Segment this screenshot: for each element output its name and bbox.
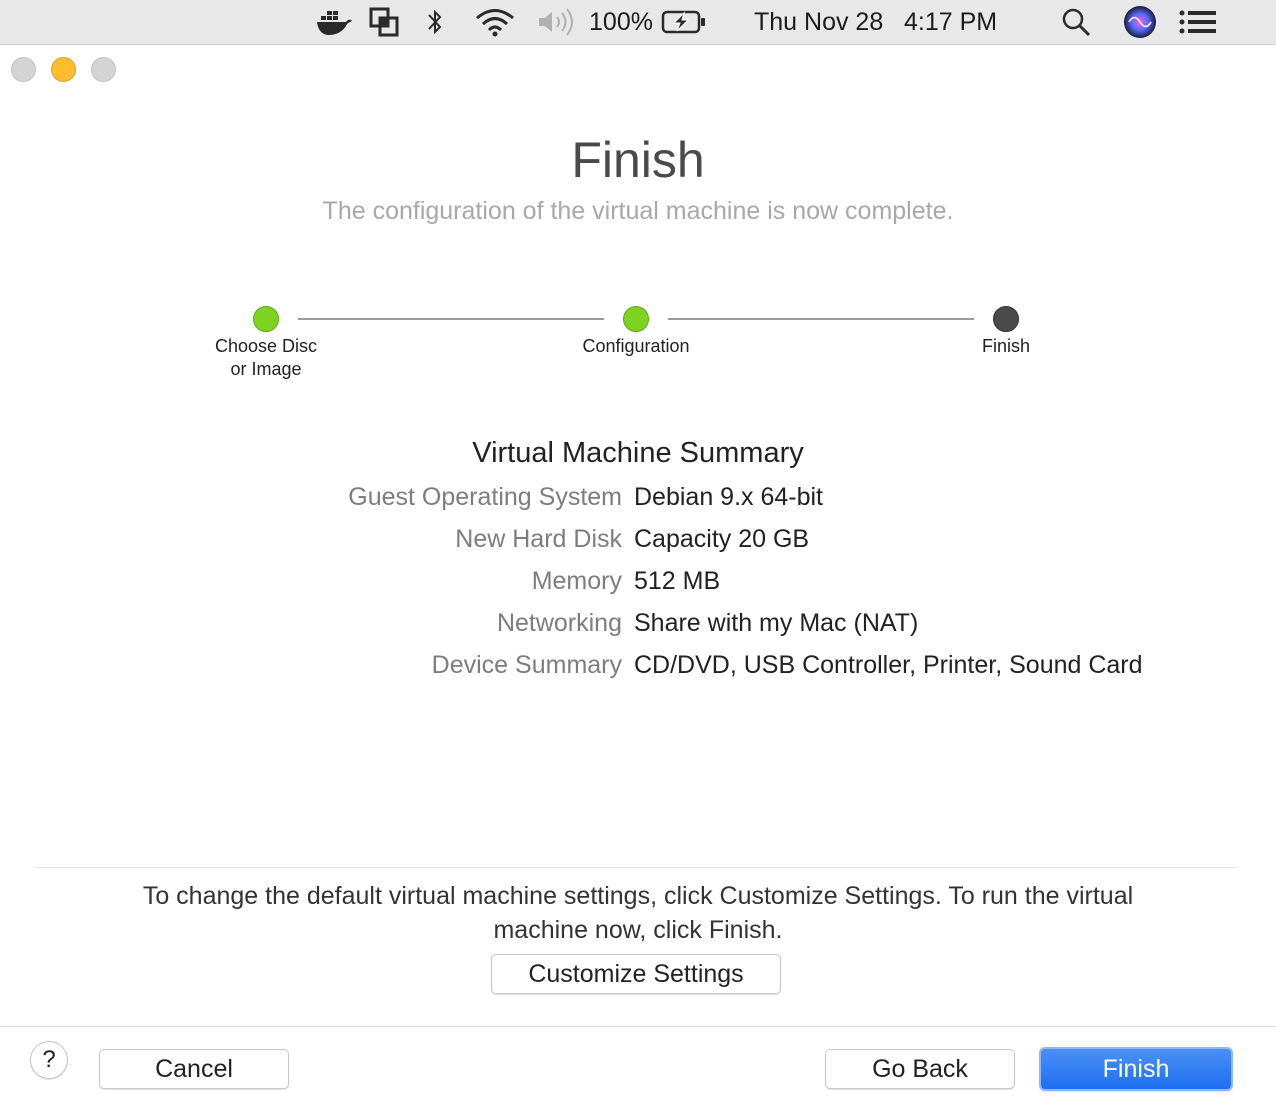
step-indicator-configuration xyxy=(623,306,649,332)
vmware-icon[interactable] xyxy=(356,0,412,44)
bluetooth-icon[interactable] xyxy=(412,0,458,44)
customize-settings-button[interactable]: Customize Settings xyxy=(491,954,781,994)
menubar-time[interactable]: 4:17 PM xyxy=(904,0,1044,44)
go-back-button[interactable]: Go Back xyxy=(825,1049,1015,1089)
summary-row: Guest Operating System Debian 9.x 64-bit xyxy=(0,483,1276,525)
docker-icon[interactable] xyxy=(312,0,356,44)
step-indicator-finish xyxy=(993,306,1019,332)
summary-value: Debian 9.x 64-bit xyxy=(634,483,824,511)
summary-row: Networking Share with my Mac (NAT) xyxy=(0,609,1276,651)
step-label-finish: Finish xyxy=(981,336,1030,356)
summary-key: New Hard Disk xyxy=(455,525,622,553)
step-connector xyxy=(298,318,604,320)
new-vm-wizard-window: Finish The configuration of the virtual … xyxy=(0,44,1276,1110)
notification-center-icon[interactable] xyxy=(1172,0,1224,44)
step-indicator-choose-disc xyxy=(253,306,279,332)
summary-key: Device Summary xyxy=(431,651,622,679)
summary-row: Device Summary CD/DVD, USB Controller, P… xyxy=(0,651,1276,693)
step-label-choose-disc: Choose Disc or Image xyxy=(214,336,318,379)
summary-row: New Hard Disk Capacity 20 GB xyxy=(0,525,1276,567)
page-subtitle: The configuration of the virtual machine… xyxy=(322,197,954,225)
help-button[interactable]: ? xyxy=(30,1041,68,1079)
info-text: To change the default virtual machine se… xyxy=(142,882,1134,944)
finish-button[interactable]: Finish xyxy=(1039,1047,1233,1091)
wifi-icon[interactable] xyxy=(458,0,532,44)
summary-row: Memory 512 MB xyxy=(0,567,1276,609)
step-connector xyxy=(668,318,974,320)
menubar-date[interactable]: Thu Nov 28 xyxy=(754,0,904,44)
cancel-button[interactable]: Cancel xyxy=(99,1049,289,1089)
volume-icon[interactable] xyxy=(532,0,584,44)
siri-icon[interactable] xyxy=(1108,0,1172,44)
window-minimize-button[interactable] xyxy=(51,57,76,82)
summary-value: Share with my Mac (NAT) xyxy=(634,609,919,637)
menu-bar: 100% Thu Nov 28 4:17 PM xyxy=(0,0,1276,44)
summary-title: Virtual Machine Summary xyxy=(472,437,804,469)
summary-key: Memory xyxy=(531,567,622,595)
summary-value: 512 MB xyxy=(634,567,721,595)
content-divider xyxy=(35,867,1237,868)
spotlight-search-icon[interactable] xyxy=(1044,0,1108,44)
footer-divider xyxy=(0,1026,1276,1027)
window-zoom-button[interactable] xyxy=(91,57,116,82)
summary-value: Capacity 20 GB xyxy=(634,525,810,553)
page-title: Finish xyxy=(571,132,705,188)
step-label-configuration: Configuration xyxy=(582,336,690,356)
summary-key: Guest Operating System xyxy=(348,483,622,511)
summary-key: Networking xyxy=(496,609,622,637)
battery-percent: 100% xyxy=(589,7,653,36)
menu-extras: 100% Thu Nov 28 4:17 PM xyxy=(312,0,1224,44)
battery-charging-icon[interactable] xyxy=(658,0,710,44)
summary-value: CD/DVD, USB Controller, Printer, Sound C… xyxy=(634,651,1143,679)
window-close-button[interactable] xyxy=(11,57,36,82)
